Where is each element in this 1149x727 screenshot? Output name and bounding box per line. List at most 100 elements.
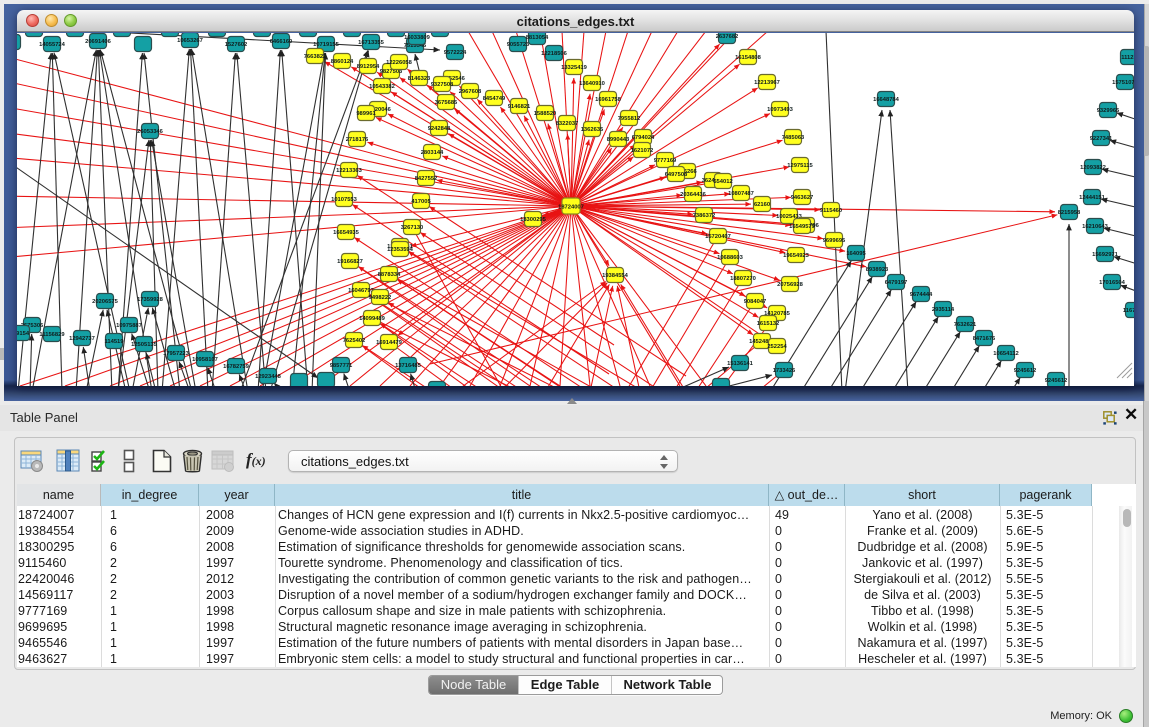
svg-text:10973493: 10973493 — [767, 107, 794, 113]
svg-text:9699695: 9699695 — [823, 238, 846, 244]
svg-text:26053346: 26053346 — [137, 129, 164, 135]
svg-text:8938923: 8938923 — [866, 267, 889, 273]
svg-text:8146323: 8146323 — [408, 76, 431, 82]
svg-text:12942737: 12942737 — [69, 336, 95, 342]
svg-text:2935114: 2935114 — [932, 307, 955, 313]
svg-text:8215958: 8215958 — [1058, 210, 1081, 216]
svg-text:417005: 417005 — [411, 199, 431, 205]
svg-text:18300295: 18300295 — [520, 217, 547, 223]
svg-text:62160: 62160 — [754, 202, 770, 208]
svg-text:9329965: 9329965 — [1097, 108, 1120, 114]
svg-text:16210643: 16210643 — [1082, 224, 1109, 230]
svg-text:13716485: 13716485 — [395, 363, 422, 369]
svg-text:16961758: 16961758 — [595, 97, 622, 103]
svg-text:7625402: 7625402 — [343, 338, 366, 344]
svg-text:16713355: 16713355 — [358, 40, 385, 46]
svg-text:9327508: 9327508 — [431, 82, 454, 88]
svg-text:14055724: 14055724 — [39, 42, 66, 48]
svg-text:9674444: 9674444 — [910, 292, 933, 298]
svg-text:9245612: 9245612 — [1014, 368, 1037, 374]
svg-text:9777169: 9777169 — [654, 158, 677, 164]
svg-text:8471676: 8471676 — [973, 336, 996, 342]
svg-text:12975115: 12975115 — [787, 163, 813, 169]
svg-text:1733426: 1733426 — [773, 368, 796, 374]
svg-text:2803144: 2803144 — [421, 150, 444, 156]
svg-text:16154808: 16154808 — [735, 55, 762, 61]
svg-text:10719155: 10719155 — [313, 42, 340, 48]
svg-text:9084047: 9084047 — [744, 299, 767, 305]
svg-text:1621072: 1621072 — [631, 148, 654, 154]
svg-text:3675685: 3675685 — [435, 100, 458, 106]
svg-text:989961: 989961 — [356, 111, 376, 117]
svg-text:1615132: 1615132 — [757, 321, 780, 327]
svg-text:6479197: 6479197 — [885, 280, 908, 286]
svg-text:16914479: 16914479 — [376, 340, 403, 346]
svg-text:16654935: 16654935 — [333, 230, 360, 236]
svg-text:8813054: 8813054 — [526, 35, 549, 41]
svg-text:10654112: 10654112 — [993, 351, 1018, 357]
svg-text:8427552: 8427552 — [415, 176, 438, 182]
svg-text:3267130: 3267130 — [401, 225, 424, 231]
svg-text:15720407: 15720407 — [705, 234, 731, 240]
svg-text:10807487: 10807487 — [728, 191, 754, 197]
svg-text:2718176: 2718176 — [346, 137, 369, 143]
svg-text:20206575: 20206575 — [92, 299, 119, 305]
svg-text:2637682: 2637682 — [716, 34, 739, 40]
svg-text:17016504: 17016504 — [1099, 280, 1126, 286]
svg-text:1362635: 1362635 — [581, 127, 604, 133]
svg-text:10975887: 10975887 — [116, 323, 142, 329]
svg-text:9572224: 9572224 — [444, 50, 467, 56]
svg-text:6497508: 6497508 — [665, 172, 688, 178]
svg-text:252254: 252254 — [767, 344, 787, 350]
svg-text:12353594: 12353594 — [387, 247, 414, 253]
svg-text:8878334: 8878334 — [378, 272, 401, 278]
svg-text:8322037: 8322037 — [556, 121, 579, 127]
svg-text:7632621: 7632621 — [954, 322, 977, 328]
svg-text:16782759: 16782759 — [223, 364, 250, 370]
svg-text:9242848: 9242848 — [428, 126, 451, 132]
svg-text:15751074: 15751074 — [1112, 80, 1134, 86]
svg-text:16046793: 16046793 — [348, 288, 375, 294]
svg-text:14099489: 14099489 — [359, 316, 386, 322]
svg-text:1167534: 1167534 — [1123, 308, 1134, 314]
svg-text:9146821: 9146821 — [508, 104, 531, 110]
svg-text:7663822: 7663822 — [304, 54, 327, 60]
svg-text:16033809: 16033809 — [404, 35, 431, 41]
svg-text:10688603: 10688603 — [717, 255, 744, 261]
svg-text:19654923: 19654923 — [783, 253, 810, 259]
svg-text:15692971: 15692971 — [1092, 252, 1119, 258]
svg-text:114519: 114519 — [104, 339, 124, 345]
svg-text:12213363: 12213363 — [336, 168, 363, 174]
svg-text:17957223: 17957223 — [163, 351, 190, 357]
svg-text:19384554: 19384554 — [602, 273, 629, 279]
svg-text:11156829: 11156829 — [39, 332, 65, 338]
svg-text:1588520: 1588520 — [534, 111, 557, 117]
svg-text:20691406: 20691406 — [85, 39, 112, 45]
svg-text:9245612: 9245612 — [1045, 378, 1068, 384]
svg-text:9857771: 9857771 — [330, 363, 353, 369]
svg-text:1527602: 1527602 — [225, 42, 248, 48]
svg-text:9463627: 9463627 — [791, 195, 814, 201]
svg-text:8860124: 8860124 — [331, 59, 354, 65]
svg-text:554012: 554012 — [713, 179, 732, 185]
svg-text:8990443: 8990443 — [607, 137, 630, 143]
svg-text:10107553: 10107553 — [331, 197, 358, 203]
svg-text:8454749: 8454749 — [483, 96, 506, 102]
svg-text:10958107: 10958107 — [192, 357, 218, 363]
svg-text:12218506: 12218506 — [541, 51, 568, 57]
svg-text:6794024: 6794024 — [632, 135, 655, 141]
svg-text:17359928: 17359928 — [137, 297, 164, 303]
svg-text:9115460: 9115460 — [820, 208, 842, 214]
svg-text:19166827: 19166827 — [337, 259, 363, 265]
svg-text:9227341: 9227341 — [1090, 136, 1113, 142]
svg-text:18807270: 18807270 — [730, 276, 756, 282]
svg-text:7955812: 7955812 — [618, 116, 641, 122]
svg-text:20756928: 20756928 — [777, 282, 804, 288]
svg-text:13640910: 13640910 — [579, 81, 605, 87]
svg-text:12923448: 12923448 — [255, 374, 282, 380]
svg-text:9055723: 9055723 — [507, 42, 530, 48]
svg-text:164095: 164095 — [846, 251, 866, 257]
svg-text:12093822: 12093822 — [1080, 165, 1106, 171]
svg-text:12226058: 12226058 — [386, 60, 413, 66]
svg-text:39154: 39154 — [17, 331, 30, 337]
